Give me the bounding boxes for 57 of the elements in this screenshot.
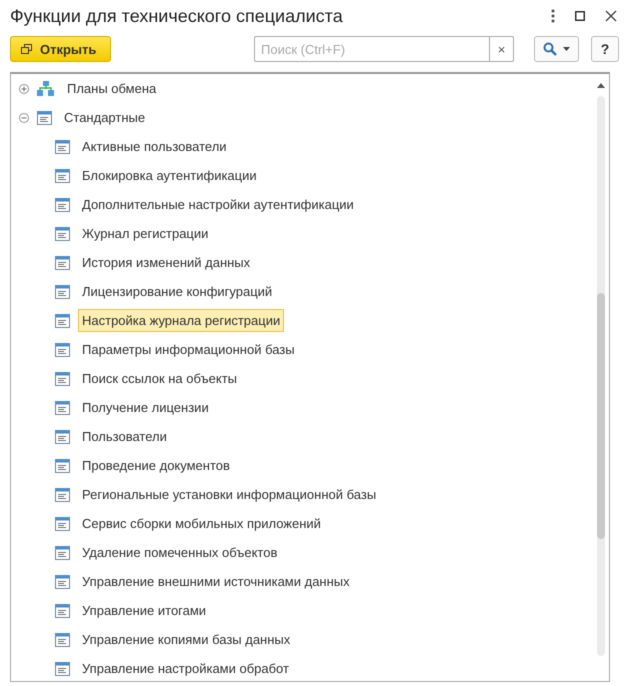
search-field[interactable]: Поиск (Ctrl+F): [254, 36, 490, 62]
tree-item[interactable]: Настройка журнала регистрации: [78, 309, 284, 332]
tree-item[interactable]: Параметры информационной базы: [78, 338, 299, 361]
collapse-icon[interactable]: [19, 112, 29, 122]
form-icon: [55, 314, 70, 328]
tree-item[interactable]: Региональные установки информационной базы: [78, 483, 380, 506]
tree-item[interactable]: Дополнительные настройки аутентификации: [78, 193, 358, 216]
form-icon: [55, 458, 70, 472]
clear-button[interactable]: ×: [490, 36, 514, 62]
form-icon: [55, 198, 70, 212]
scroll-up-icon[interactable]: [597, 82, 605, 88]
tree-item[interactable]: История изменений данных: [78, 251, 254, 274]
form-icon: [55, 168, 70, 182]
network-icon: [37, 80, 55, 96]
form-icon: [55, 372, 70, 386]
help-button[interactable]: ?: [591, 36, 619, 62]
windows-icon: [21, 44, 32, 54]
search-button[interactable]: [534, 36, 579, 62]
form-icon: [55, 632, 70, 646]
tree-item[interactable]: Управление копиями базы данных: [78, 628, 294, 651]
tree-item[interactable]: Удаление помеченных объектов: [78, 541, 282, 564]
tree-item[interactable]: Журнал регистрации: [78, 222, 212, 245]
search-icon: [543, 42, 557, 56]
window-title: Функции для технического специалиста: [10, 6, 344, 26]
maximize-icon[interactable]: [575, 11, 585, 21]
tree-item[interactable]: Блокировка аутентификации: [78, 164, 261, 187]
tree-item[interactable]: Получение лицензии: [78, 396, 213, 419]
tree-item[interactable]: Лицензирование конфигураций: [78, 280, 276, 303]
form-icon: [55, 546, 70, 560]
form-icon: [55, 430, 70, 444]
form-icon: [55, 140, 70, 154]
form-icon: [55, 604, 70, 618]
expand-icon[interactable]: [19, 84, 29, 94]
form-icon: [55, 488, 70, 502]
more-icon[interactable]: [551, 9, 555, 23]
tree-item[interactable]: Проведение документов: [78, 454, 234, 477]
form-icon: [55, 400, 70, 414]
tree-item[interactable]: Активные пользователи: [78, 135, 231, 158]
tree-item[interactable]: Управление итогами: [78, 599, 210, 622]
close-icon[interactable]: [605, 10, 617, 22]
tree-item[interactable]: Планы обмена: [63, 77, 160, 100]
tree-item[interactable]: Пользователи: [78, 425, 171, 448]
form-icon: [55, 226, 70, 240]
form-icon: [55, 284, 70, 298]
tree-item[interactable]: Стандартные: [60, 106, 150, 129]
form-icon: [55, 256, 70, 270]
open-button[interactable]: Открыть: [10, 36, 112, 62]
tree-item[interactable]: Управление настройками обработ: [78, 657, 293, 680]
form-icon: [55, 662, 70, 676]
form-icon: [55, 342, 70, 356]
form-icon: [55, 516, 70, 530]
form-icon: [37, 110, 52, 124]
form-icon: [55, 574, 70, 588]
tree-item[interactable]: Управление внешними источниками данных: [78, 570, 354, 593]
tree-item[interactable]: Сервис сборки мобильных приложений: [78, 512, 325, 535]
tree-item[interactable]: Поиск ссылок на объекты: [78, 367, 241, 390]
caret-icon: [563, 47, 570, 51]
